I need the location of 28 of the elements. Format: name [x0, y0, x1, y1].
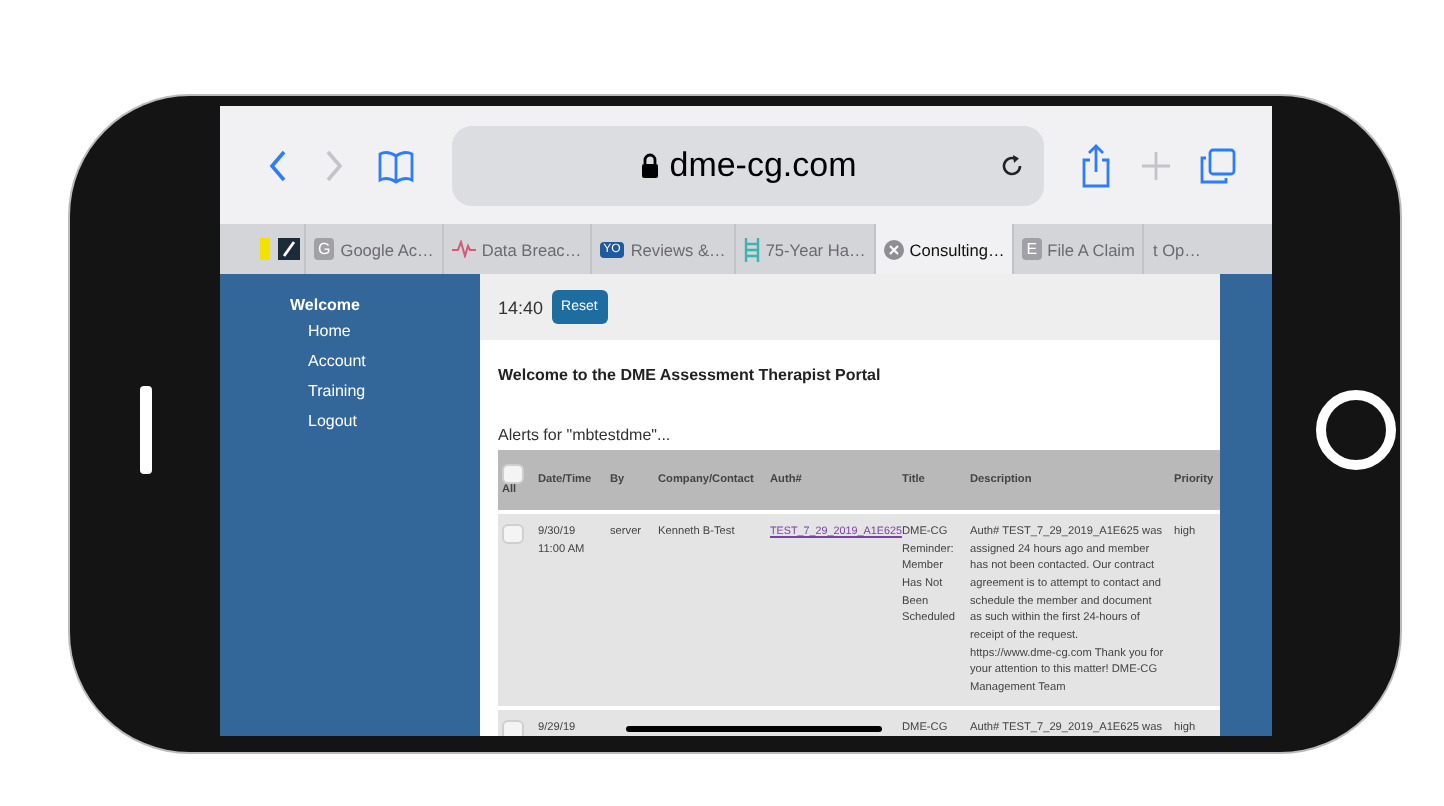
share-icon[interactable] — [1080, 143, 1112, 187]
sidebar-heading[interactable]: Welcome — [290, 296, 480, 314]
select-all-checkbox[interactable] — [502, 464, 524, 484]
tab-icon: E — [1022, 238, 1042, 260]
tab-icon: G — [314, 238, 335, 260]
ladder-icon — [743, 237, 760, 261]
book-icon[interactable] — [376, 145, 416, 185]
slash-icon — [278, 238, 300, 260]
tabs-icon[interactable] — [1200, 147, 1236, 183]
sidebar-item[interactable]: Training — [290, 382, 480, 400]
alerts-label: Alerts for "mbtestdme"... — [496, 424, 673, 448]
row-checkbox[interactable] — [502, 524, 524, 544]
lock-icon — [639, 152, 660, 178]
time-text: 14:40 — [498, 297, 544, 317]
sidebar-item[interactable]: Home — [290, 322, 480, 340]
tab-icon — [260, 238, 270, 260]
address-field[interactable]: dme-cg.com — [452, 125, 1044, 205]
close-icon[interactable] — [883, 239, 904, 259]
home-button[interactable] — [1316, 389, 1396, 469]
sidebar-item[interactable]: Account — [290, 352, 480, 370]
url-text: dme-cg.com — [669, 145, 857, 185]
speaker-slot — [139, 385, 151, 473]
sidebar-item[interactable]: Logout — [290, 412, 480, 430]
row-checkbox[interactable] — [502, 719, 524, 736]
browser-tab[interactable]: Consulting… — [873, 224, 1013, 274]
welcome-heading: Welcome to the DME Assessment Therapist Portal — [496, 364, 883, 384]
reload-icon[interactable] — [1000, 153, 1024, 177]
wave-icon — [451, 240, 476, 258]
